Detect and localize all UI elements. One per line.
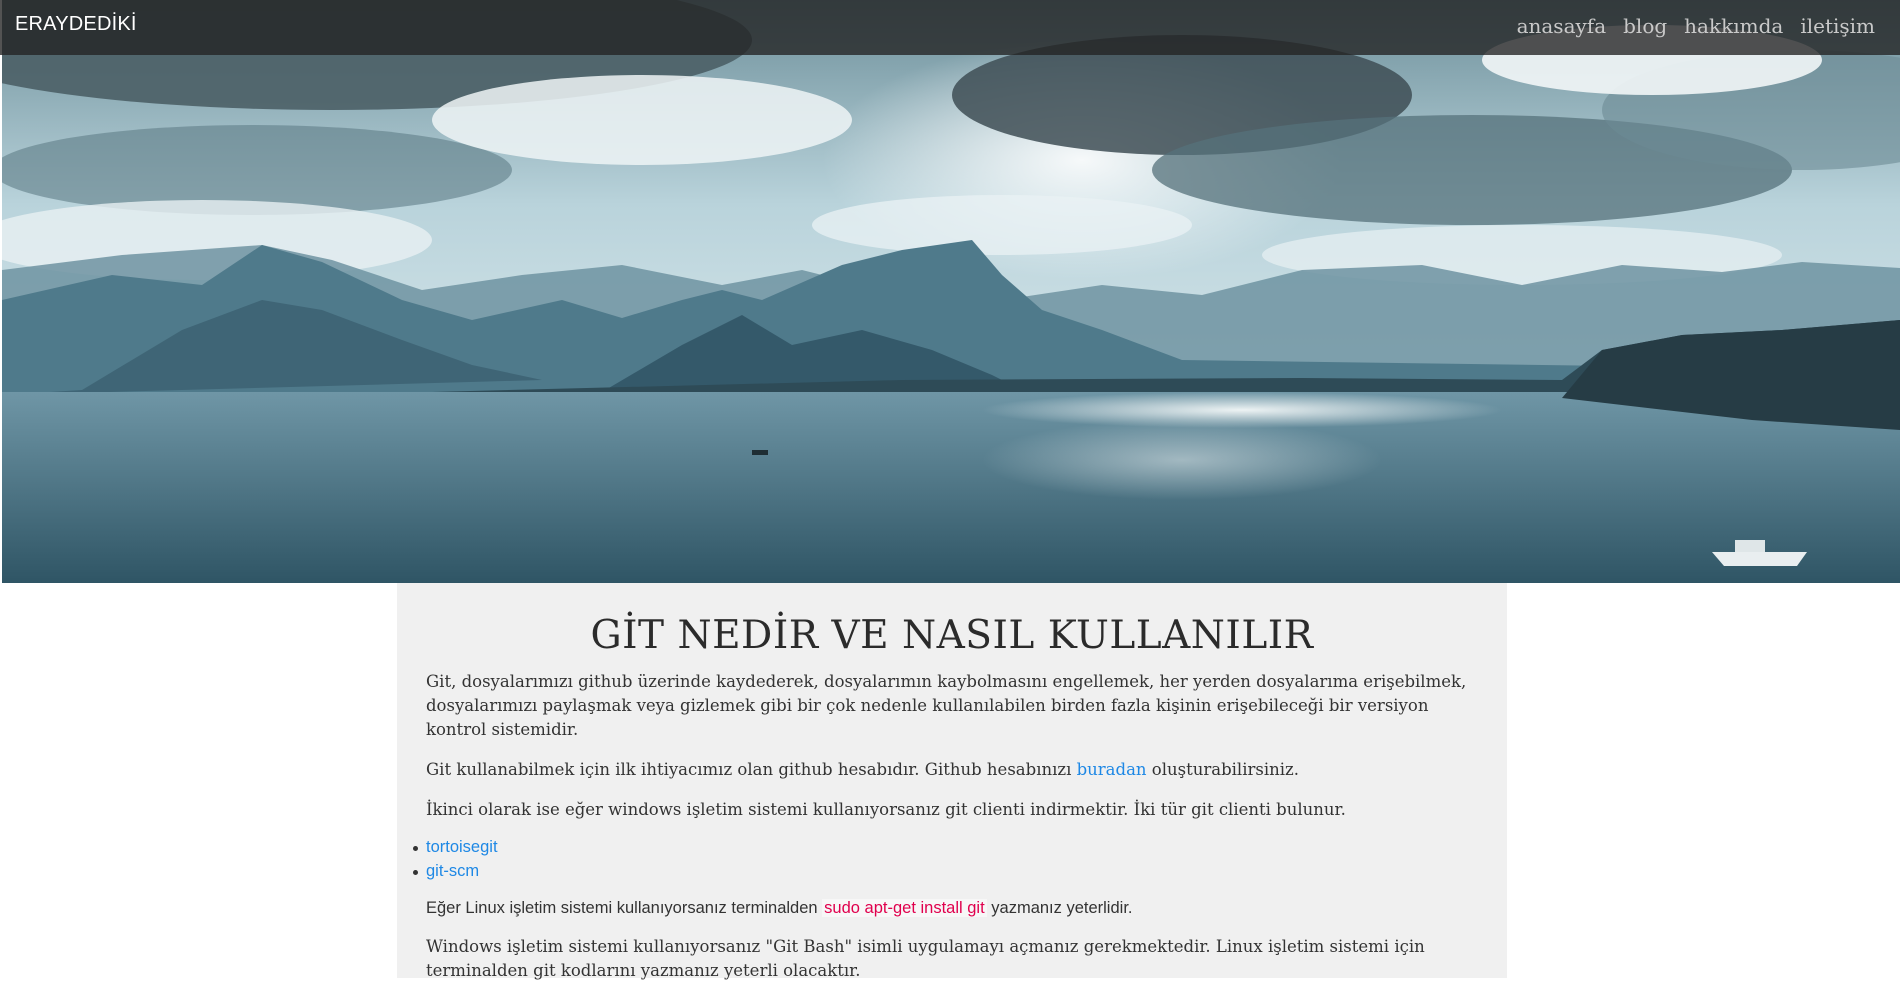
linux-install-paragraph: Eğer Linux işletim sistemi kullanıyorsan…: [426, 896, 1478, 920]
hero-image: [2, 0, 1900, 583]
tortoisegit-link[interactable]: tortoisegit: [413, 835, 1507, 859]
article-paragraph: Windows işletim sistemi kullanıyorsanız …: [426, 937, 1425, 980]
article-paragraph: Git, dosyalarımızı github üzerinde kayde…: [426, 672, 1467, 739]
article-paragraph: İkinci olarak ise eğer windows işletim s…: [426, 800, 1346, 819]
git-scm-link[interactable]: git-scm: [413, 859, 1507, 883]
paragraph-text: oluşturabilirsiniz.: [1146, 760, 1299, 779]
article-paragraph: Git kullanabilmek için ilk ihtiyacımız o…: [426, 758, 1478, 782]
brand-logo[interactable]: ERAYDEDİKİ: [15, 13, 137, 36]
nav-link-hakkimda[interactable]: hakkımda: [1684, 14, 1783, 38]
nav-menu: anasayfa blog hakkımda iletişim: [1517, 14, 1875, 38]
article-content: GİT NEDİR VE NASIL KULLANILIR Git, dosya…: [397, 583, 1507, 980]
navbar: ERAYDEDİKİ anasayfa blog hakkımda iletiş…: [0, 0, 1900, 55]
nav-link-blog[interactable]: blog: [1623, 14, 1667, 38]
nav-link-iletisim[interactable]: iletişim: [1800, 14, 1875, 38]
nav-link-anasayfa[interactable]: anasayfa: [1517, 14, 1607, 38]
github-signup-link[interactable]: buradan: [1077, 760, 1147, 779]
paragraph-text: yazmanız yeterlidir.: [986, 899, 1133, 917]
install-command: sudo apt-get install git: [822, 899, 987, 917]
paragraph-text: Eğer Linux işletim sistemi kullanıyorsan…: [426, 899, 823, 917]
article-title: GİT NEDİR VE NASIL KULLANILIR: [590, 613, 1314, 658]
paragraph-text: Git kullanabilmek için ilk ihtiyacımız o…: [426, 760, 1077, 779]
git-client-list: tortoisegit git-scm: [397, 835, 1507, 883]
